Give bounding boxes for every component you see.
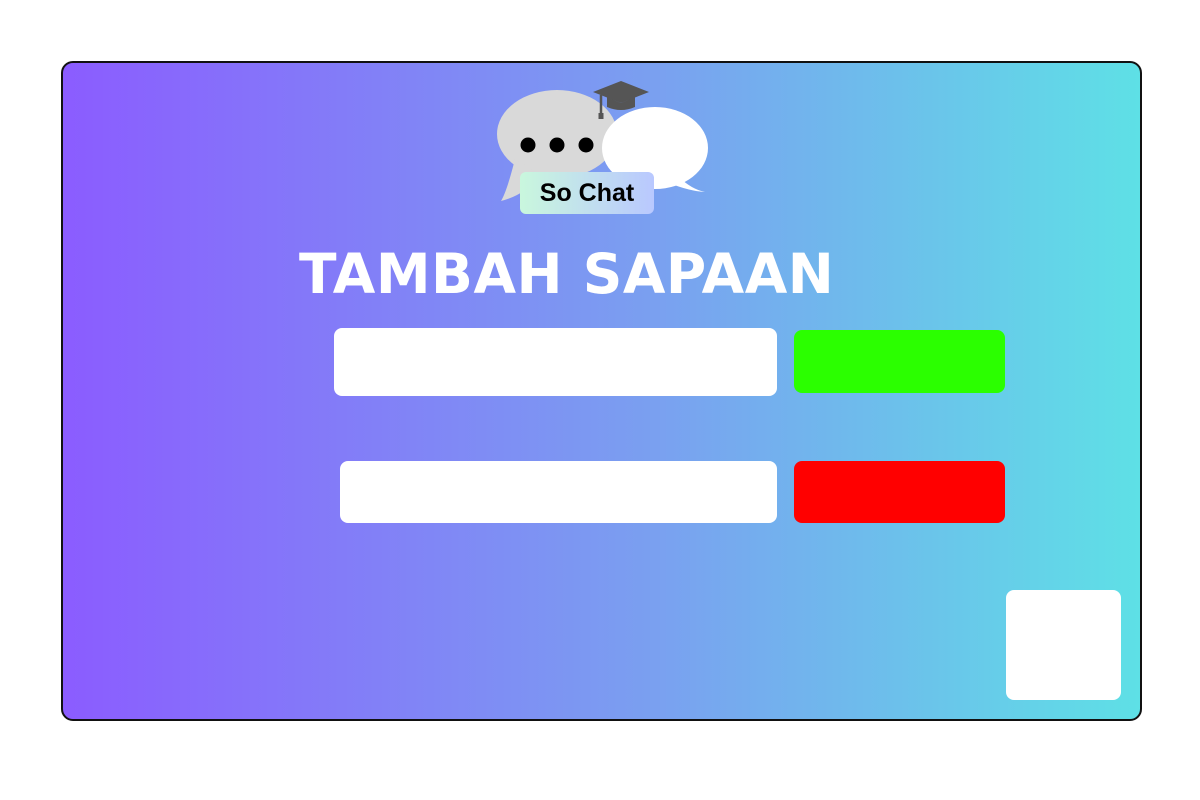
logo-label: So Chat [520,172,654,214]
page-title: TAMBAH SAPAAN [299,242,835,306]
app-window: So Chat TAMBAH SAPAAN [61,61,1142,721]
so-chat-logo: So Chat [495,79,711,219]
delete-greeting-button[interactable] [794,461,1005,523]
add-greeting-button[interactable] [794,330,1005,393]
corner-button[interactable] [1006,590,1121,700]
delete-greeting-input[interactable] [340,461,777,523]
greeting-input[interactable] [334,328,777,396]
